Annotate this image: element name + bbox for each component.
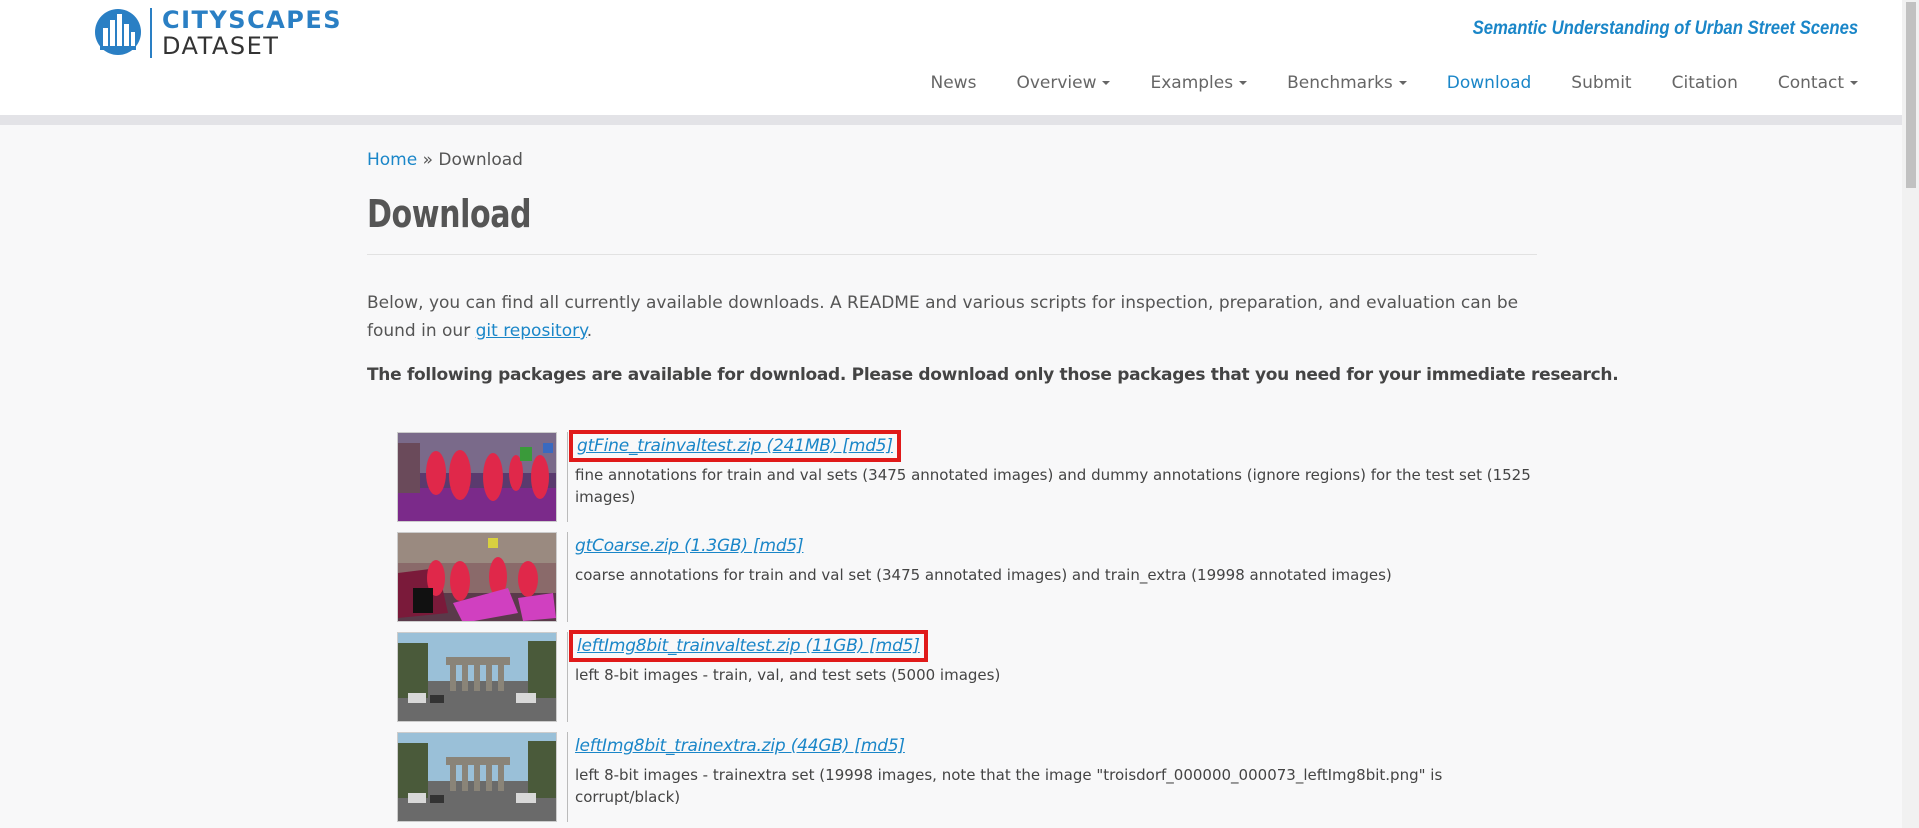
intro-text-end: . <box>586 321 593 341</box>
caret-down-icon <box>1239 81 1248 85</box>
download-notice: The following packages are available for… <box>367 365 1619 385</box>
site-header: CITYSCAPES DATASET Semantic Understandin… <box>0 0 1902 117</box>
download-description: left 8-bit images - train, val, and test… <box>575 666 1001 684</box>
page-title: Download <box>367 192 532 236</box>
fine-annotation-thumbnail[interactable] <box>397 432 557 522</box>
download-link-leftimg8bit-trainextra[interactable]: leftImg8bit_trainextra.zip (44GB) [md5] <box>575 736 905 756</box>
nav-label: News <box>930 73 977 93</box>
city-skyline-logo-icon <box>95 9 141 55</box>
download-link-gtcoarse[interactable]: gtCoarse.zip (1.3GB) [md5] <box>575 536 804 556</box>
download-description: fine annotations for train and val sets … <box>575 466 1531 506</box>
caret-down-icon <box>1102 81 1111 85</box>
main-content: Home » Download Download Below, you can … <box>367 150 1619 385</box>
row-divider <box>567 432 568 522</box>
coarse-annotation-thumbnail[interactable] <box>397 532 557 622</box>
nav-label: Overview <box>1016 73 1097 93</box>
nav-label: Download <box>1446 73 1532 93</box>
nav-benchmarks[interactable]: Benchmarks <box>1267 73 1427 93</box>
title-divider <box>367 254 1537 255</box>
nav-news[interactable]: News <box>911 73 997 93</box>
nav-contact[interactable]: Contact <box>1758 73 1858 93</box>
nav-label: Citation <box>1671 73 1738 93</box>
nav-citation[interactable]: Citation <box>1652 73 1758 93</box>
git-repository-link[interactable]: git repository <box>476 321 587 341</box>
logo-line-1: CITYSCAPES <box>162 6 343 34</box>
download-link-gtfine[interactable]: gtFine_trainvaltest.zip (241MB) [md5] <box>569 430 901 462</box>
nav-label: Benchmarks <box>1287 73 1393 93</box>
site-tagline: Semantic Understanding of Urban Street S… <box>1472 18 1858 39</box>
breadcrumb: Home » Download <box>367 150 1537 170</box>
street-photo-thumbnail[interactable] <box>397 632 557 722</box>
nav-submit[interactable]: Submit <box>1551 73 1651 93</box>
site-logo[interactable]: CITYSCAPES DATASET <box>94 6 354 60</box>
intro-paragraph: Below, you can find all currently availa… <box>367 289 1537 345</box>
row-divider <box>567 632 568 722</box>
street-photo-thumbnail[interactable] <box>397 732 557 822</box>
caret-down-icon <box>1398 81 1407 85</box>
vertical-scrollbar[interactable] <box>1902 0 1919 828</box>
nav-label: Examples <box>1150 73 1234 93</box>
nav-download[interactable]: Download <box>1427 73 1552 93</box>
breadcrumb-home-link[interactable]: Home <box>367 150 417 170</box>
breadcrumb-current: Download <box>438 150 523 170</box>
caret-down-icon <box>1850 81 1858 85</box>
breadcrumb-separator: » <box>417 150 439 170</box>
download-description: left 8-bit images - trainextra set (1999… <box>575 766 1443 806</box>
nav-overview[interactable]: Overview <box>996 73 1130 93</box>
download-link-leftimg8bit-trainvaltest[interactable]: leftImg8bit_trainvaltest.zip (11GB) [md5… <box>569 630 928 662</box>
logo-line-2: DATASET <box>162 32 280 60</box>
scrollbar-thumb[interactable] <box>1906 2 1916 188</box>
main-nav: News Overview Examples Benchmarks Downlo… <box>911 73 1858 93</box>
logo-separator <box>150 8 152 58</box>
header-divider <box>0 115 1902 125</box>
row-divider <box>567 532 568 622</box>
nav-label: Submit <box>1571 73 1632 93</box>
download-description: coarse annotations for train and val set… <box>575 566 1392 584</box>
row-divider <box>567 732 568 822</box>
nav-label: Contact <box>1777 73 1844 93</box>
nav-examples[interactable]: Examples <box>1130 73 1267 93</box>
